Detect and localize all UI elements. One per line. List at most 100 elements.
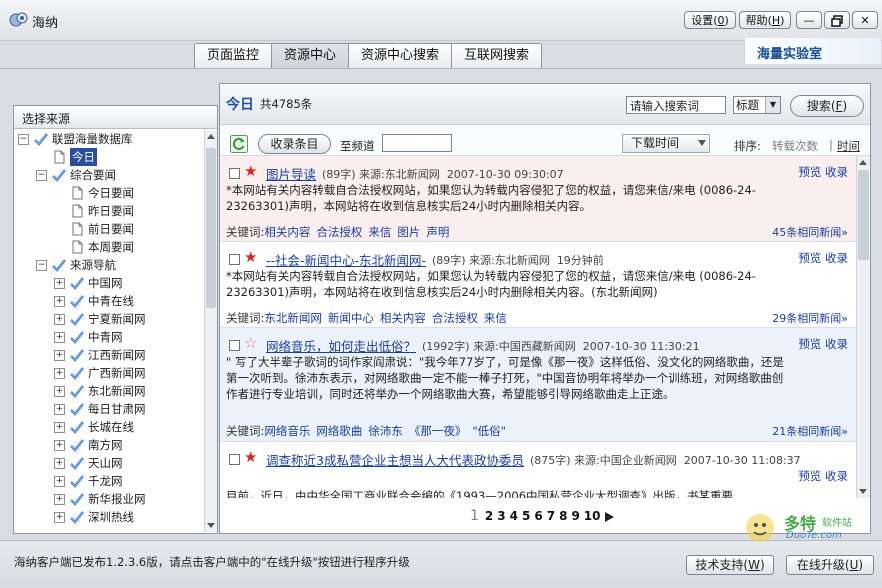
article-title-link[interactable]: --社会-新闻中心-东北新闻网- <box>266 250 426 269</box>
page-link[interactable]: 8 <box>559 509 567 523</box>
page-link[interactable]: 6 <box>534 509 542 523</box>
star-filled-icon[interactable]: ★ <box>244 250 257 265</box>
page-link[interactable]: 10 <box>584 509 601 523</box>
search-input[interactable]: 请输入搜索词 <box>626 96 726 114</box>
chevron-down-icon[interactable]: ▼ <box>765 97 780 113</box>
scroll-down-icon[interactable] <box>859 489 867 494</box>
tree-node[interactable]: + 天山网 <box>14 454 204 472</box>
star-filled-icon[interactable]: ★ <box>244 164 257 179</box>
preview-link[interactable]: 预览 <box>798 165 821 179</box>
collapse-icon[interactable]: − <box>36 170 47 181</box>
keyword-link[interactable]: 徐沛东 <box>368 424 403 438</box>
page-link[interactable]: 7 <box>547 509 555 523</box>
keyword-link[interactable]: 图片 <box>397 225 420 239</box>
sort-by-time-link[interactable]: 时间 <box>837 138 860 154</box>
tree-node[interactable]: 昨日要闻 <box>14 202 204 220</box>
expand-icon[interactable]: + <box>54 422 65 433</box>
collapse-icon[interactable]: − <box>36 260 47 271</box>
scroll-down-icon[interactable] <box>207 523 215 528</box>
collect-button[interactable]: 收录条目 <box>258 134 331 154</box>
star-outline-icon[interactable]: ☆ <box>244 336 257 351</box>
tab-internet-search[interactable]: 互联网搜索 <box>452 44 542 68</box>
scroll-thumb[interactable] <box>858 170 869 260</box>
collapse-icon[interactable]: − <box>18 134 29 145</box>
close-button[interactable]: ✕ <box>852 11 878 29</box>
preview-link[interactable]: 预览 <box>798 251 821 265</box>
tree-node[interactable]: + 南方网 <box>14 436 204 454</box>
expand-icon[interactable]: + <box>54 368 65 379</box>
similar-news-link[interactable]: 21条相同新闻» <box>772 423 848 439</box>
article-checkbox[interactable] <box>229 254 240 265</box>
tree-node[interactable]: + 中青在线 <box>14 292 204 310</box>
article-checkbox[interactable] <box>229 340 240 351</box>
channel-input[interactable] <box>382 134 452 152</box>
keyword-link[interactable]: "低俗" <box>472 424 506 438</box>
tree-node[interactable]: + 新华报业网 <box>14 490 204 508</box>
scroll-up-icon[interactable] <box>859 160 867 165</box>
collect-link[interactable]: 收录 <box>825 251 848 265</box>
tree-node[interactable]: + 广西新闻网 <box>14 364 204 382</box>
article-list-scrollbar[interactable] <box>856 156 870 498</box>
expand-icon[interactable]: + <box>54 494 65 505</box>
expand-icon[interactable]: + <box>54 440 65 451</box>
keyword-link[interactable]: 《那一夜》 <box>409 424 467 438</box>
keyword-link[interactable]: 网络歌曲 <box>316 424 362 438</box>
tree-node[interactable]: + 中青网 <box>14 328 204 346</box>
keyword-link[interactable]: 合法授权 <box>316 225 362 239</box>
scroll-thumb[interactable] <box>206 148 216 308</box>
next-page-icon[interactable] <box>604 511 614 522</box>
similar-news-link[interactable]: 29条相同新闻» <box>772 310 848 326</box>
scroll-up-icon[interactable] <box>207 134 215 139</box>
tree-node[interactable]: 今日要闻 <box>14 184 204 202</box>
search-button[interactable]: 搜索(F) <box>790 95 864 117</box>
tree-node[interactable]: + 宁夏新闻网 <box>14 310 204 328</box>
expand-icon[interactable]: + <box>54 404 65 415</box>
tree-node[interactable]: + 长城在线 <box>14 418 204 436</box>
sort-by-count-link[interactable]: 转载次数 <box>772 138 818 154</box>
tree-node[interactable]: − 联盟海量数据库 <box>14 130 204 148</box>
collect-link[interactable]: 收录 <box>825 337 848 351</box>
tab-resource-center[interactable]: 资源中心 <box>272 44 350 68</box>
similar-news-link[interactable]: 45条相同新闻» <box>772 224 848 240</box>
tree-node[interactable]: + 东北新闻网 <box>14 382 204 400</box>
expand-icon[interactable]: + <box>54 476 65 487</box>
tree-node[interactable]: − 综合要闻 <box>14 166 204 184</box>
keyword-link[interactable]: 来信 <box>484 311 507 325</box>
minimize-button[interactable]: — <box>796 11 822 29</box>
page-link[interactable]: 1 <box>470 508 479 524</box>
tree-node[interactable]: + 中国网 <box>14 274 204 292</box>
restore-button[interactable] <box>824 11 850 29</box>
lab-banner[interactable]: 海量实验室 <box>744 38 881 64</box>
tree-node[interactable]: + 江西新闻网 <box>14 346 204 364</box>
expand-icon[interactable]: + <box>54 332 65 343</box>
expand-icon[interactable]: + <box>54 278 65 289</box>
page-link[interactable]: 2 <box>485 509 493 523</box>
keyword-link[interactable]: 相关内容 <box>380 311 426 325</box>
keyword-link[interactable]: 来信 <box>368 225 391 239</box>
page-link[interactable]: 3 <box>497 509 505 523</box>
article-checkbox[interactable] <box>229 168 240 179</box>
tree-node[interactable]: + 千龙网 <box>14 472 204 490</box>
preview-link[interactable]: 预览 <box>798 469 821 483</box>
article-checkbox[interactable] <box>229 454 240 465</box>
settings-button[interactable]: 设置(0) <box>684 11 736 29</box>
keyword-link[interactable]: 相关内容 <box>264 225 310 239</box>
tree-node[interactable]: + 每日甘肃网 <box>14 400 204 418</box>
collect-link[interactable]: 收录 <box>825 469 848 483</box>
tab-page-monitor[interactable]: 页面监控 <box>195 44 273 68</box>
source-tree-scrollbar[interactable] <box>204 130 217 532</box>
online-upgrade-button[interactable]: 在线升级(U) <box>786 555 874 575</box>
collect-link[interactable]: 收录 <box>825 165 848 179</box>
keyword-link[interactable]: 新闻中心 <box>328 311 374 325</box>
page-link[interactable]: 5 <box>522 509 530 523</box>
expand-icon[interactable]: + <box>54 314 65 325</box>
article-title-link[interactable]: 调查称近3成私营企业主想当人大代表政协委员 <box>266 450 524 469</box>
keyword-link[interactable]: 东北新闻网 <box>264 311 322 325</box>
help-button[interactable]: 帮助(H) <box>739 11 791 29</box>
keyword-link[interactable]: 合法授权 <box>432 311 478 325</box>
preview-link[interactable]: 预览 <box>798 337 821 351</box>
article-title-link[interactable]: 网络音乐，如何走出低俗？ <box>266 336 416 355</box>
keyword-link[interactable]: 声明 <box>426 225 449 239</box>
expand-icon[interactable]: + <box>54 512 65 523</box>
search-field-select[interactable]: 标题 ▼ <box>733 96 781 114</box>
